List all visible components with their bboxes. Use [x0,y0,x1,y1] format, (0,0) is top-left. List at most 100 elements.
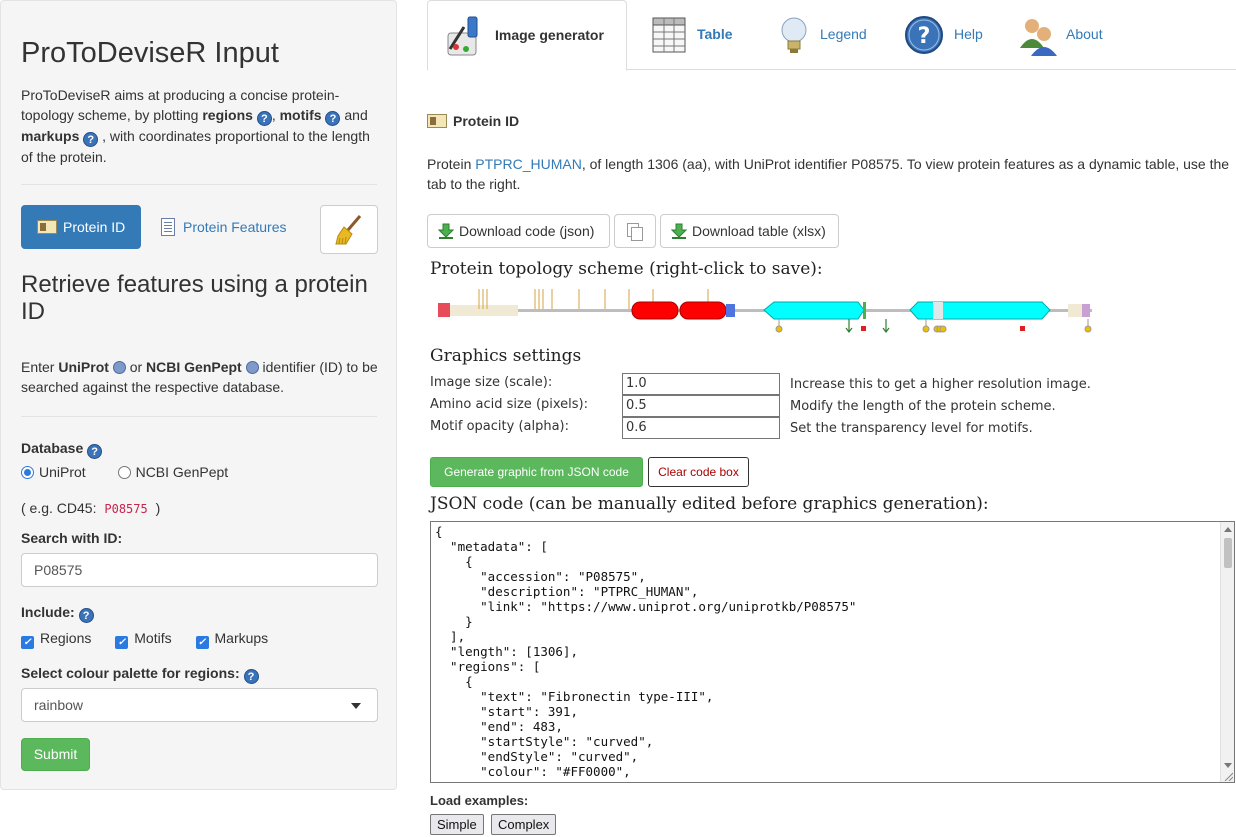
radio-ncbi-label: NCBI GenPept [135,464,229,480]
tab-protein-id[interactable]: Protein ID [21,205,141,249]
intro-part-2: and [344,107,368,123]
divider [21,416,377,417]
submit-button[interactable]: Submit [21,738,90,771]
motif-opacity-input[interactable]: 0.6 [622,417,780,439]
palette-select[interactable]: rainbow [21,688,378,722]
code-line: } [435,614,473,629]
search-input[interactable]: P08575 [21,553,378,587]
json-code-title: JSON code (can be manually edited before… [430,494,989,514]
tab-protein-id-label: Protein ID [63,219,126,235]
image-size-input[interactable]: 1.0 [622,373,780,395]
question-icon: ? [905,16,943,54]
database-radio-group: UniProt NCBI GenPept [21,464,256,480]
download-json-button[interactable]: Download code (json) [427,214,610,248]
checkbox-regions[interactable]: ✓ Regions [21,630,101,649]
checkbox-motifs[interactable]: ✓ Motifs [115,630,181,649]
tab-table-label: Table [697,26,733,42]
clear-broom-button[interactable] [320,205,378,254]
code-line: "colour": "#FF0000", [435,764,631,779]
resize-handle-icon[interactable] [1223,771,1233,781]
intro-text: ProToDeviseR aims at producing a concise… [21,85,371,167]
intro-regions: regions [202,107,253,123]
radio-uniprot[interactable]: UniProt [21,464,100,480]
code-scrollbar[interactable] [1220,522,1234,782]
intro-motifs: motifs [279,107,322,123]
include-help-icon[interactable]: ? [78,608,94,623]
enter-or: or [129,359,143,375]
sidebar-title: ProToDeviseR Input [21,37,279,69]
clear-code-button[interactable]: Clear code box [648,457,749,487]
tab-table[interactable]: Table [649,0,749,70]
search-label: Search with ID: [21,530,123,546]
tab-legend[interactable]: Legend [774,0,884,70]
code-line: "regions": [ [435,659,541,674]
scroll-thumb[interactable] [1224,538,1232,568]
download-xlsx-label: Download table (xlsx) [692,223,826,239]
graphics-settings-title: Graphics settings [430,346,582,366]
lightbulb-icon [781,17,807,53]
database-help-icon[interactable]: ? [87,444,103,459]
palette-label-text: Select colour palette for regions: [21,665,240,681]
tab-help[interactable]: ? Help [904,0,994,70]
ncbi-globe-icon[interactable] [245,361,259,374]
generate-graphic-button[interactable]: Generate graphic from JSON code [430,457,643,487]
radio-ncbi[interactable]: NCBI GenPept [117,464,243,480]
download-icon [671,223,687,239]
retrieve-heading: Retrieve features using a protein ID [21,271,368,325]
checkbox-motifs-label: Motifs [134,630,172,646]
download-xlsx-button[interactable]: Download table (xlsx) [660,214,839,248]
palette-help-icon[interactable]: ? [243,669,259,684]
enter-ncbi: NCBI GenPept [146,359,242,375]
id-card-icon [427,114,447,128]
checkbox-markups-label: Markups [214,630,269,646]
users-icon [1020,19,1057,56]
motif-opacity-label: Motif opacity (alpha): [430,419,570,434]
checkmark-icon: ✓ [115,636,129,649]
regions-help-icon[interactable]: ? [256,111,272,126]
protein-link[interactable]: PTPRC_HUMAN [475,156,582,172]
code-line: "text": "Fibronectin type-III", [435,689,714,704]
include-label-text: Include: [21,604,75,620]
protein-topology-scheme[interactable] [430,285,1100,335]
scroll-down-icon[interactable] [1224,763,1232,768]
checkmark-icon: ✓ [21,636,34,649]
example-complex-button[interactable]: Complex [491,814,557,835]
tab-help-label: Help [954,26,983,42]
id-card-icon [37,220,57,234]
motifs-help-icon[interactable]: ? [325,111,341,126]
paint-brush-icon [447,16,478,56]
copy-button[interactable] [614,214,656,248]
code-line: "length": [1306], [435,644,578,659]
uniprot-globe-icon[interactable] [112,361,126,374]
markups-help-icon[interactable]: ? [83,132,99,147]
checkbox-regions-label: Regions [40,630,92,646]
image-size-label: Image size (scale): [430,375,553,390]
intro-sep: , [271,107,276,123]
code-line: ], [435,629,466,644]
example-suffix: ) [155,500,161,516]
json-code-textarea[interactable]: { "metadata": [ { "accession": "P08575",… [430,521,1235,783]
load-examples-label: Load examples: [430,793,529,808]
palette-select-value: rainbow [34,697,84,713]
tab-protein-features[interactable]: Protein Features [159,205,304,249]
protein-id-heading-text: Protein ID [453,113,520,129]
code-line: "end": 483, [435,719,563,734]
protein-info-text: Protein PTPRC_HUMAN, of length 1306 (aa)… [427,154,1236,194]
aa-size-input[interactable]: 0.5 [622,395,780,417]
radio-selected-icon [21,466,34,479]
intro-markups: markups [21,128,80,144]
example-simple-button[interactable]: Simple [430,814,484,835]
example-prefix: ( e.g. CD45: [21,500,97,516]
tab-image-generator-label: Image generator [495,27,604,43]
checkbox-markups[interactable]: ✓ Markups [195,630,279,649]
database-label-text: Database [21,440,84,456]
scroll-up-icon[interactable] [1224,527,1232,532]
motif-opacity-help: Set the transparency level for motifs. [790,421,1033,436]
tab-about[interactable]: About [1018,0,1118,70]
code-line: "metadata": [ [435,539,548,554]
scheme-title: Protein topology scheme (right-click to … [430,259,823,279]
code-line: "accession": "P08575", [435,569,646,584]
sidebar-panel: ProToDeviseR Input ProToDeviseR aims at … [0,0,397,790]
download-json-label: Download code (json) [459,223,595,239]
tab-image-generator[interactable]: Image generator [427,0,627,71]
